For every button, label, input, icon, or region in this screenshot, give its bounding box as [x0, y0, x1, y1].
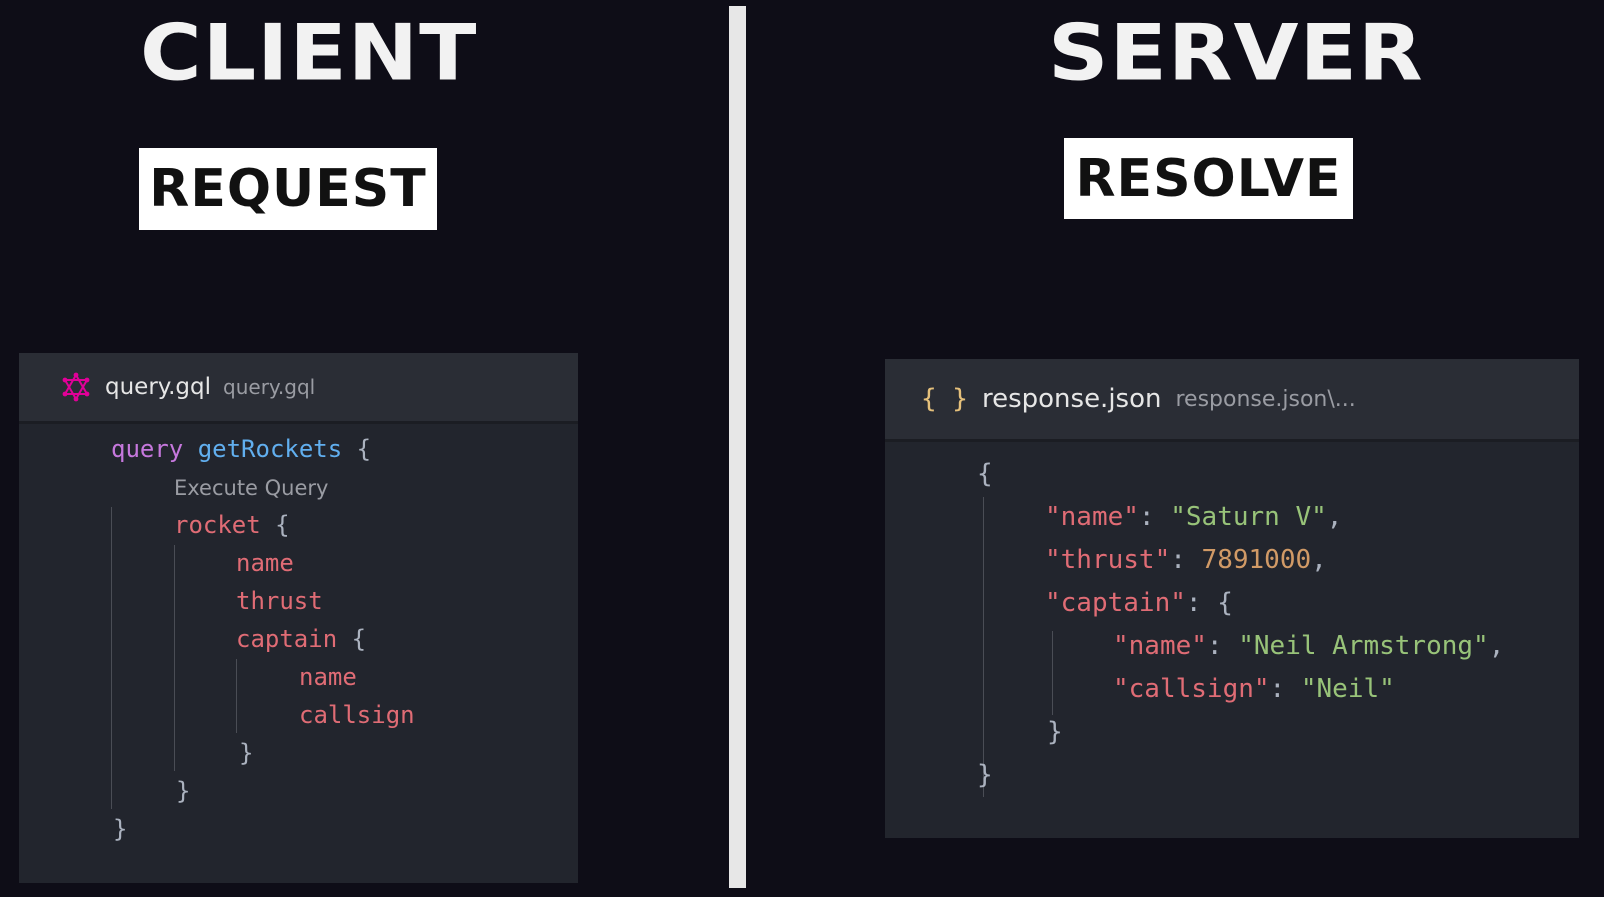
json-line-captain-name: "name": "Neil Armstrong",	[1113, 631, 1504, 661]
indent-guide	[236, 659, 237, 733]
field-name: name	[236, 549, 294, 577]
indent-guide	[1052, 631, 1053, 715]
json-key: "name"	[1113, 631, 1207, 661]
query-tab-path: query.gql	[223, 375, 316, 399]
code-line: captain {	[236, 625, 366, 653]
query-file-tab[interactable]: query.gql query.gql	[19, 353, 578, 424]
json-line-captain: "captain": {	[1045, 588, 1233, 618]
query-code: query getRockets { Execute Query rocket …	[19, 421, 578, 883]
json-string-value: "Neil Armstrong"	[1238, 631, 1489, 661]
json-comma: ,	[1326, 502, 1343, 532]
section-divider	[729, 6, 746, 888]
field-captain: captain	[236, 625, 338, 653]
close-brace: }	[239, 739, 254, 767]
execute-query-codelens[interactable]: Execute Query	[174, 476, 328, 500]
json-line-name: "name": "Saturn V",	[1045, 502, 1342, 532]
query-editor-panel: query.gql query.gql query getRockets { E…	[19, 353, 578, 883]
json-string-value: "Neil"	[1300, 674, 1395, 704]
json-key: "captain"	[1045, 588, 1186, 618]
json-open-brace: {	[1217, 588, 1233, 618]
close-brace: }	[176, 777, 191, 805]
close-brace: }	[113, 815, 128, 843]
field-captain-name: name	[299, 663, 357, 691]
indent-guide	[174, 545, 175, 771]
json-colon: :	[1170, 545, 1202, 575]
json-colon: :	[1269, 674, 1301, 704]
captain-brace: {	[351, 625, 367, 653]
client-heading: CLIENT	[140, 7, 478, 98]
rocket-brace: {	[275, 511, 290, 539]
operation-name: getRockets	[197, 435, 343, 463]
response-file-tab[interactable]: { } response.json response.json\...	[885, 359, 1579, 442]
resolve-tag: RESOLVE	[1064, 138, 1353, 219]
query-tab-filename: query.gql	[105, 374, 212, 400]
json-line-callsign: "callsign": "Neil"	[1113, 674, 1395, 704]
code-line: query getRockets {	[111, 435, 371, 463]
open-brace: {	[356, 435, 372, 463]
json-close-brace: }	[977, 760, 993, 790]
json-comma: ,	[1311, 545, 1327, 575]
server-heading: SERVER	[1048, 7, 1424, 98]
json-comma: ,	[1488, 631, 1505, 661]
json-key: "callsign"	[1113, 674, 1270, 704]
server-section: SERVER RESOLVE { } response.json respons…	[748, 0, 1604, 888]
json-line-thrust: "thrust": 7891000,	[1045, 545, 1327, 575]
graphql-icon	[61, 372, 91, 402]
response-viewer-panel: { } response.json response.json\... { "n…	[885, 359, 1579, 838]
code-line: rocket {	[174, 511, 290, 539]
field-rocket: rocket	[174, 511, 261, 539]
json-close-brace: }	[1047, 717, 1063, 747]
response-code: { "name": "Saturn V", "thrust": 7891000,…	[885, 439, 1579, 838]
response-tab-path: response.json\...	[1175, 386, 1356, 412]
client-section: CLIENT REQUEST query.gql query.gql query…	[0, 0, 728, 888]
json-colon: :	[1185, 588, 1218, 618]
json-string-value: "Saturn V"	[1170, 502, 1327, 532]
query-keyword: query	[111, 435, 184, 463]
json-number-value: 7891000	[1201, 545, 1312, 575]
indent-guide	[111, 507, 112, 809]
field-callsign: callsign	[299, 701, 415, 729]
json-open-brace: {	[977, 459, 993, 489]
json-key: "name"	[1045, 502, 1139, 532]
json-colon: :	[1206, 631, 1239, 661]
json-key: "thrust"	[1045, 545, 1171, 575]
field-thrust: thrust	[236, 587, 323, 615]
response-tab-filename: response.json	[981, 384, 1162, 414]
indent-guide	[983, 497, 984, 797]
request-tag: REQUEST	[139, 148, 437, 230]
json-braces-icon: { }	[921, 384, 968, 414]
json-colon: :	[1138, 502, 1171, 532]
